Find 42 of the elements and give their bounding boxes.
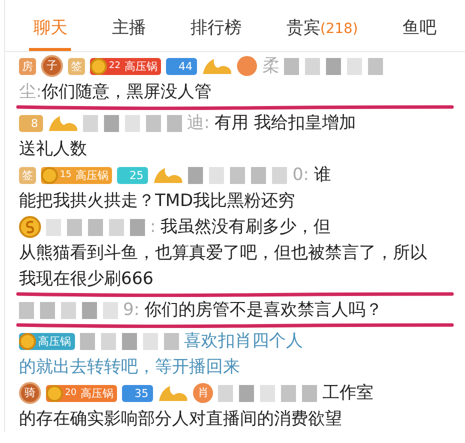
shoe-icon [158,384,188,402]
message-text: 我现在很少刷666 [19,269,154,289]
medal-badge: 肖 [193,383,214,403]
message-text: 喜欢扣肖四个人 [184,330,303,353]
message-text: 工作室 [322,382,374,405]
fan-badge: 高压锅 [19,332,75,350]
user-name: 柔 [262,55,280,78]
message-text: 谁 [314,164,331,187]
user-name: 9: [123,299,140,322]
rank-badge: 骑 [19,382,41,404]
user-name: 迪: [187,112,210,135]
shoe-icon [48,114,78,132]
shoe-icon [202,57,232,75]
level-badge: 25 [117,166,148,184]
level-badge: 8 [19,114,43,132]
tab[interactable]: 排行榜 [186,10,246,51]
message-text: 的存在确实影响部分人对直播间的消费欲望 [19,409,342,429]
message-text: 你们的房管不是喜欢禁言人吗？ [144,299,383,322]
sign-badge: 签 [19,166,36,184]
message-text: 的就出去转转吧，等开播回来 [19,357,240,377]
sign-badge: 签 [68,58,85,74]
message-text: 能把我拱火拱走？TMD我比黑粉还穷 [19,191,296,211]
tab[interactable]: 鱼吧 [398,10,441,51]
tab[interactable]: 贵宾(218) [282,10,362,51]
message-text: 我虽然没有刷多少，但 [160,216,331,239]
fan-badge: 22 高压锅 [90,58,162,74]
user-name: 尘: [19,82,42,102]
tab[interactable]: 主播 [108,10,150,51]
message-text: 有用 我给扣皇增加 [214,112,356,135]
fan-badge: 20 高压锅 [46,384,118,402]
rank-badge: 子 [41,55,63,77]
message-text: 送礼人数 [19,139,87,159]
user-name: 0: [292,164,309,187]
fan-badge: 15 高压锅 [41,166,112,184]
level-badge: 35 [122,384,154,402]
coin-icon [19,216,41,238]
shoe-icon [153,166,184,184]
room-badge: 房 [19,58,36,74]
message-text: 从熊猫看到斗鱼，也算真爱了吧，但也被禁言了，所以 [19,243,427,263]
level-badge: 44 [166,58,198,74]
user-name: : [150,216,156,239]
message-text: 你们随意，黑屏没人管 [42,82,212,102]
